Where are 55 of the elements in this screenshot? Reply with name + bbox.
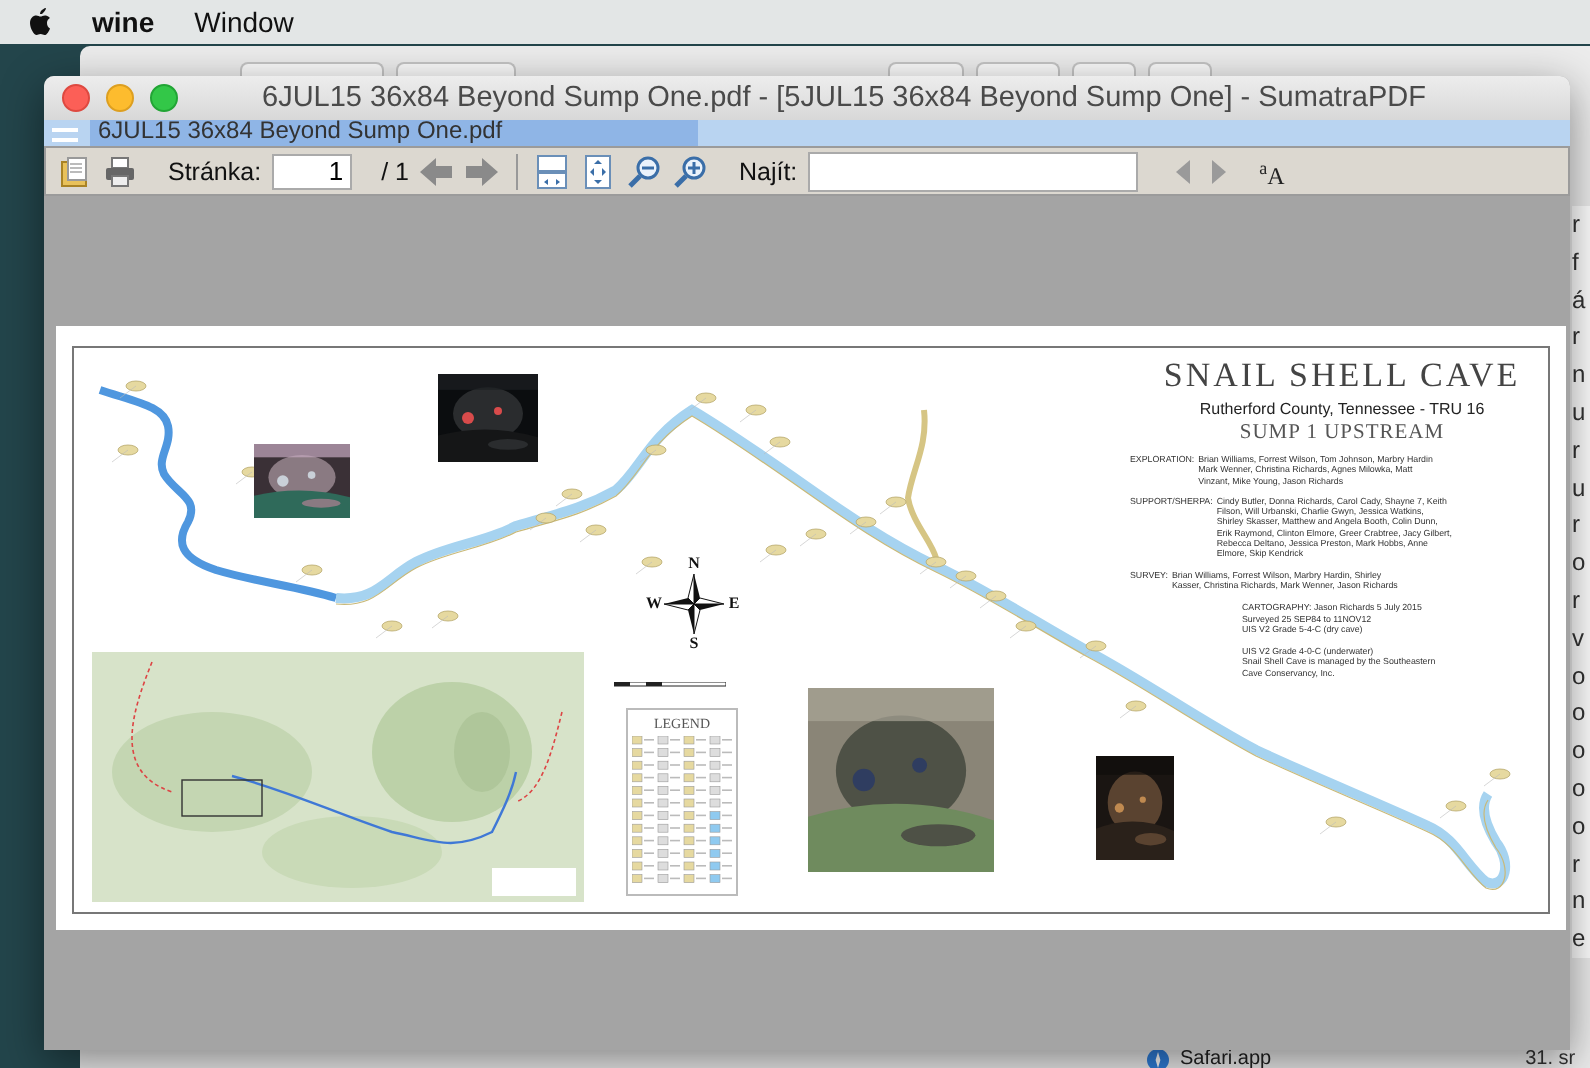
scale-bar-icon [614,682,726,688]
list-item-text[interactable]: f [1572,243,1590,282]
fit-width-icon[interactable] [580,153,617,189]
list-item-text[interactable]: r [1572,318,1590,357]
zoom-out-icon[interactable] [626,153,663,189]
list-item-text[interactable]: r [1572,581,1590,620]
compass-rose-icon [664,574,724,634]
menu-icon[interactable] [52,125,78,141]
list-item-text[interactable]: o [1572,694,1590,733]
list-item-text[interactable]: á [1572,281,1590,319]
list-item-text[interactable]: r [1572,431,1590,470]
forward-arrow-icon[interactable] [464,153,501,189]
match-case-button[interactable]: $^{a}$A [1259,153,1285,189]
list-item-text[interactable]: u [1572,469,1590,507]
list-item-text[interactable]: 31. sr [1525,1050,1576,1068]
list-item-text[interactable]: u [1572,393,1590,432]
zoom-in-icon[interactable] [672,153,709,189]
close-button[interactable] [62,84,90,112]
open-file-icon[interactable] [56,153,92,189]
compass-letter: W [646,596,662,612]
page-number-field[interactable]: 1 [271,153,352,189]
find-field[interactable] [807,151,1138,191]
list-item-text[interactable]: Safari.app [1180,1050,1272,1068]
fit-page-icon[interactable] [534,153,571,189]
list-item-text[interactable]: o [1572,657,1590,695]
list-item-text[interactable]: o [1572,807,1590,846]
list-item-text[interactable]: o [1572,732,1590,770]
list-item-text[interactable]: r [1572,206,1590,244]
printer-icon[interactable] [102,153,138,189]
compass-letter: S [689,636,699,652]
compass-icon [1146,1047,1170,1068]
map-title: SNAIL SHELL CAVE [1163,356,1521,396]
compass-letter: E [728,596,740,612]
back-arrow-icon[interactable] [418,153,455,189]
compass-letter: N [688,556,700,572]
page-count: / 1 [381,157,409,185]
list-item-text[interactable]: o [1572,544,1590,582]
menu-item[interactable]: Window [194,6,294,38]
apple-logo-icon[interactable] [24,6,56,38]
menu-item[interactable]: wine [92,6,155,38]
list-item-text[interactable]: o [1572,769,1590,808]
document-tab[interactable]: 6JUL15 36x84 Beyond Sump One.pdf [90,120,698,146]
list-item-text[interactable]: e [1572,920,1590,958]
list-item-text[interactable]: n [1572,356,1590,394]
list-item-text[interactable]: r [1572,845,1590,883]
list-item-text[interactable]: v [1572,619,1590,658]
map-subtitle: Rutherford County, Tennessee - TRU 16 [1199,400,1485,418]
page-label: Stránka: [168,157,262,185]
minimize-button[interactable] [106,84,134,112]
map-heading: SUMP 1 UPSTREAM [1239,422,1445,444]
window-title: 6JUL15 36x84 Beyond Sump One.pdf - [5JUL15 36x84 Beyond Sump One] - SumatraPDF [262,82,1426,114]
list-item-text[interactable]: r [1572,506,1590,545]
find-label: Najít: [738,157,798,185]
zoom-button[interactable] [150,84,178,112]
list-item-text[interactable]: n [1572,882,1590,921]
